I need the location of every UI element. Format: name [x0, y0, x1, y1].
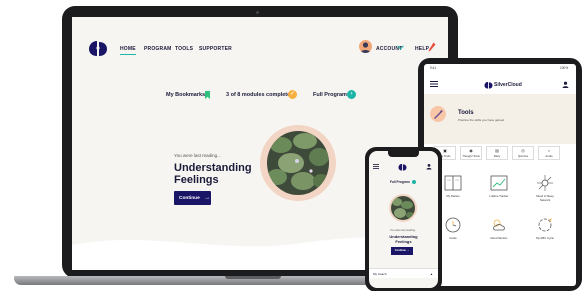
continue-button[interactable]: Continue → — [174, 191, 211, 205]
lily-pads-image — [389, 194, 417, 222]
tools-subtitle: Practice the skills you have gained — [458, 118, 505, 122]
full-program-link[interactable]: Full Program — [313, 92, 347, 98]
arrow-right-icon: → — [406, 249, 410, 252]
module-title-line1: Understanding — [174, 162, 252, 174]
my-coach-bar[interactable]: My Coach ▲ — [369, 268, 438, 278]
silvercloud-logo-icon — [484, 81, 493, 89]
arrow-right-icon[interactable] — [412, 180, 416, 184]
user-icon[interactable] — [562, 81, 569, 88]
bookmarks-link[interactable]: My Bookmarks — [166, 92, 205, 98]
chart-icon — [490, 175, 508, 191]
continue-button-label: Continue — [394, 249, 406, 252]
book-icon — [444, 175, 462, 191]
silvercloud-logo-icon — [398, 163, 407, 171]
full-program-link[interactable]: Full Program — [390, 180, 410, 184]
menu-icon[interactable] — [430, 81, 438, 87]
diary-icon: ▤ — [495, 148, 499, 153]
tab-diary[interactable]: ▤ Diary — [486, 146, 508, 160]
pen-icon[interactable] — [428, 42, 436, 52]
nav-supporter[interactable]: SUPPORTER — [199, 46, 232, 52]
phone-notch — [388, 151, 419, 157]
bookmark-icon — [205, 91, 210, 99]
last-reading-label: You were last reading... — [174, 153, 221, 158]
last-reading-label: You were last reading... — [389, 229, 417, 232]
tool-label: Lifeline Tracker — [489, 194, 509, 198]
headphones-icon: ∩ — [547, 148, 551, 153]
modules-progress-text: 3 of 8 modules complete — [226, 92, 291, 98]
tab-label: Diary — [493, 154, 501, 158]
phone-screen: Full Program You were last reading... Un… — [369, 151, 438, 288]
weather-icon — [493, 219, 505, 231]
status-time: 9:41 — [430, 66, 437, 70]
cycle-icon — [538, 218, 552, 232]
my-coach-label: My Coach — [373, 272, 387, 276]
lily-pads-image — [267, 131, 329, 195]
module-title-line2: Feelings — [174, 174, 219, 186]
tool-label: My ABC Cycle — [536, 236, 554, 240]
tablet-screen: 9:41 100% SilverCloud Tools Practice the… — [424, 64, 576, 286]
tool-mood-monitor[interactable]: Mood Monitor — [486, 216, 512, 240]
brand-name: SilverCloud — [494, 82, 522, 88]
module-title-line2: Feelings — [395, 239, 412, 244]
nav-home[interactable]: HOME — [120, 46, 136, 55]
tool-goals[interactable]: Goals — [440, 216, 466, 240]
status-battery: 100% — [560, 66, 569, 70]
tool-mood-sleep-network[interactable]: Mood & Sleep Network — [532, 174, 558, 202]
chevron-up-icon: ▲ — [430, 272, 433, 276]
menu-icon[interactable] — [373, 164, 379, 169]
wrench-icon — [430, 106, 446, 122]
continue-button[interactable]: Continue → — [391, 247, 413, 255]
arrow-right-icon: → — [204, 195, 211, 201]
quiz-icon: ◎ — [521, 148, 525, 153]
check-icon: ✓ — [288, 90, 297, 99]
tool-my-diaries[interactable]: My Diaries — [440, 174, 466, 198]
silvercloud-logo-icon[interactable] — [88, 39, 108, 57]
tool-label: My Diaries — [446, 194, 460, 198]
chevron-down-icon[interactable] — [397, 45, 404, 50]
clock-icon — [445, 217, 461, 233]
tool-label: Mood Monitor — [490, 236, 508, 240]
laptop-camera — [256, 11, 259, 14]
tab-thought-tools[interactable]: ◉ Thought Tools — [460, 146, 482, 160]
module-title: Understanding Feelings — [174, 162, 252, 186]
thought-icon: ◉ — [469, 148, 473, 153]
network-icon — [537, 175, 553, 191]
laptop-notch — [225, 276, 281, 279]
tab-label: Audio — [545, 154, 553, 158]
tools-title: Tools — [458, 110, 474, 116]
nav-program[interactable]: PROGRAM — [144, 46, 172, 52]
module-title: Understanding Feelings — [369, 234, 438, 244]
tab-label: Quizzes — [517, 154, 529, 158]
tab-audio[interactable]: ∩ Audio — [538, 146, 560, 160]
tool-my-abc-cycle[interactable]: My ABC Cycle — [532, 216, 558, 240]
tool-label: Mood & Sleep Network — [536, 194, 554, 202]
arrow-right-icon[interactable]: › — [347, 90, 356, 99]
nav-tools[interactable]: TOOLS — [175, 46, 193, 52]
avatar[interactable] — [359, 40, 372, 53]
tab-label: Thought Tools — [462, 154, 480, 158]
tool-lifeline-tracker[interactable]: Lifeline Tracker — [486, 174, 512, 198]
continue-button-label: Continue — [179, 196, 200, 201]
tool-label: Goals — [449, 236, 457, 240]
user-icon[interactable] — [426, 163, 432, 170]
tab-quizzes[interactable]: ◎ Quizzes — [512, 146, 534, 160]
